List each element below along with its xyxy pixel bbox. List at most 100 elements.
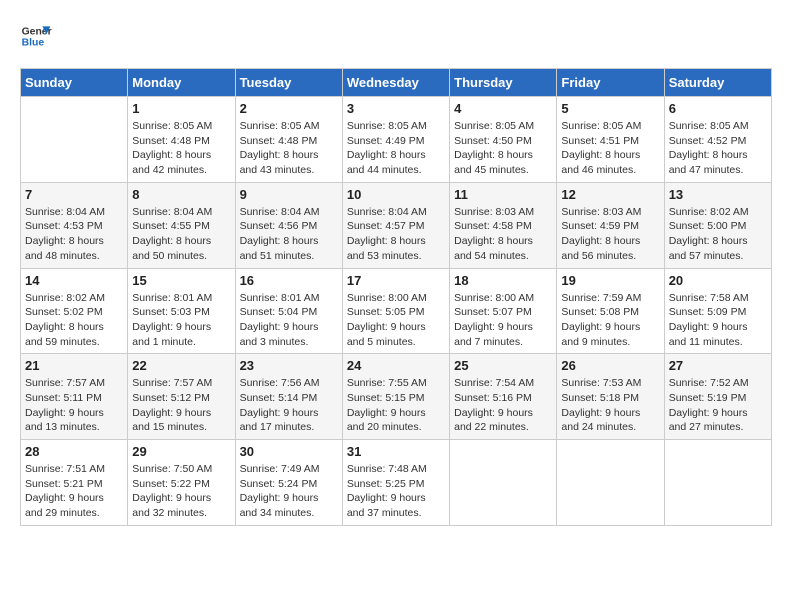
day-info: Sunrise: 8:00 AMSunset: 5:05 PMDaylight:… — [347, 291, 445, 350]
calendar-cell: 13 Sunrise: 8:02 AMSunset: 5:00 PMDayligh… — [664, 182, 771, 268]
day-number: 14 — [25, 273, 123, 288]
day-number: 5 — [561, 101, 659, 116]
calendar-cell: 4Sunrise: 8:05 AMSunset: 4:50 PMDaylight… — [450, 97, 557, 183]
day-info: Sunrise: 8:05 AMSunset: 4:48 PMDaylight:… — [240, 119, 338, 178]
day-number: 1 — [132, 101, 230, 116]
day-info: Sunrise: 7:58 AMSunset: 5:09 PMDaylight:… — [669, 291, 767, 350]
calendar-cell: 12 Sunrise: 8:03 AMSunset: 4:59 PMDayligh… — [557, 182, 664, 268]
calendar-cell: 26Sunrise: 7:53 AMSunset: 5:18 PMDayligh… — [557, 354, 664, 440]
day-info: Sunrise: 7:57 AMSunset: 5:12 PMDaylight:… — [132, 376, 230, 435]
day-info: Sunrise: 8:02 AMSunset: 5:02 PMDaylight:… — [25, 291, 123, 350]
calendar-week-1: 1 Sunrise: 8:05 AMSunset: 4:48 PMDaylight… — [21, 97, 772, 183]
day-info: Sunrise: 8:01 AMSunset: 5:04 PMDaylight:… — [240, 291, 338, 350]
day-number: 12 — [561, 187, 659, 202]
header-day-friday: Friday — [557, 69, 664, 97]
calendar-cell: 18 Sunrise: 8:00 AMSunset: 5:07 PMDayligh… — [450, 268, 557, 354]
page-header: General Blue — [20, 20, 772, 52]
calendar-cell: 3 Sunrise: 8:05 AMSunset: 4:49 PMDaylight… — [342, 97, 449, 183]
day-info: Sunrise: 8:05 AMSunset: 4:48 PMDaylight:… — [132, 119, 230, 178]
day-info: Sunrise: 7:48 AMSunset: 5:25 PMDaylight:… — [347, 462, 445, 521]
calendar-cell — [557, 440, 664, 526]
svg-text:Blue: Blue — [22, 38, 45, 49]
calendar-cell: 2 Sunrise: 8:05 AMSunset: 4:48 PMDaylight… — [235, 97, 342, 183]
header-day-thursday: Thursday — [450, 69, 557, 97]
day-info: Sunrise: 8:03 AMSunset: 4:58 PMDaylight:… — [454, 205, 552, 264]
header-row: SundayMondayTuesdayWednesdayThursdayFrid… — [21, 69, 772, 97]
day-number: 27 — [669, 358, 767, 373]
day-number: 21 — [25, 358, 123, 373]
day-number: 31 — [347, 444, 445, 459]
day-info: Sunrise: 8:00 AMSunset: 5:07 PMDaylight:… — [454, 291, 552, 350]
day-number: 18 — [454, 273, 552, 288]
calendar-cell: 20 Sunrise: 7:58 AMSunset: 5:09 PMDayligh… — [664, 268, 771, 354]
calendar-cell — [21, 97, 128, 183]
calendar-cell: 19 Sunrise: 7:59 AMSunset: 5:08 PMDayligh… — [557, 268, 664, 354]
day-info: Sunrise: 8:05 AMSunset: 4:51 PMDaylight:… — [561, 119, 659, 178]
day-info: Sunrise: 7:51 AMSunset: 5:21 PMDaylight:… — [25, 462, 123, 521]
header-day-saturday: Saturday — [664, 69, 771, 97]
calendar-cell: 14 Sunrise: 8:02 AMSunset: 5:02 PMDayligh… — [21, 268, 128, 354]
day-info: Sunrise: 8:05 AMSunset: 4:49 PMDaylight:… — [347, 119, 445, 178]
calendar-cell: 10 Sunrise: 8:04 AMSunset: 4:57 PMDayligh… — [342, 182, 449, 268]
day-number: 7 — [25, 187, 123, 202]
calendar-cell: 6Sunrise: 8:05 AMSunset: 4:52 PMDaylight… — [664, 97, 771, 183]
day-number: 8 — [132, 187, 230, 202]
calendar-cell: 11 Sunrise: 8:03 AMSunset: 4:58 PMDayligh… — [450, 182, 557, 268]
calendar-cell: 22 Sunrise: 7:57 AMSunset: 5:12 PMDayligh… — [128, 354, 235, 440]
day-number: 23 — [240, 358, 338, 373]
calendar-week-4: 21 Sunrise: 7:57 AMSunset: 5:11 PMDayligh… — [21, 354, 772, 440]
day-number: 24 — [347, 358, 445, 373]
calendar-cell — [664, 440, 771, 526]
calendar-cell: 23 Sunrise: 7:56 AMSunset: 5:14 PMDayligh… — [235, 354, 342, 440]
calendar-cell: 5 Sunrise: 8:05 AMSunset: 4:51 PMDaylight… — [557, 97, 664, 183]
calendar-cell: 28 Sunrise: 7:51 AMSunset: 5:21 PMDayligh… — [21, 440, 128, 526]
day-info: Sunrise: 7:56 AMSunset: 5:14 PMDaylight:… — [240, 376, 338, 435]
day-number: 22 — [132, 358, 230, 373]
header-day-sunday: Sunday — [21, 69, 128, 97]
day-number: 2 — [240, 101, 338, 116]
day-number: 20 — [669, 273, 767, 288]
calendar-cell: 1 Sunrise: 8:05 AMSunset: 4:48 PMDaylight… — [128, 97, 235, 183]
day-info: Sunrise: 7:59 AMSunset: 5:08 PMDaylight:… — [561, 291, 659, 350]
header-day-monday: Monday — [128, 69, 235, 97]
day-info: Sunrise: 8:05 AMSunset: 4:52 PMDaylight:… — [669, 119, 767, 178]
calendar-week-3: 14 Sunrise: 8:02 AMSunset: 5:02 PMDayligh… — [21, 268, 772, 354]
day-info: Sunrise: 7:50 AMSunset: 5:22 PMDaylight:… — [132, 462, 230, 521]
day-number: 28 — [25, 444, 123, 459]
day-number: 11 — [454, 187, 552, 202]
day-info: Sunrise: 8:03 AMSunset: 4:59 PMDaylight:… — [561, 205, 659, 264]
day-number: 10 — [347, 187, 445, 202]
day-info: Sunrise: 8:04 AMSunset: 4:53 PMDaylight:… — [25, 205, 123, 264]
calendar-cell: 27 Sunrise: 7:52 AMSunset: 5:19 PMDayligh… — [664, 354, 771, 440]
day-number: 15 — [132, 273, 230, 288]
logo: General Blue — [20, 20, 52, 52]
day-number: 13 — [669, 187, 767, 202]
calendar-cell: 24Sunrise: 7:55 AMSunset: 5:15 PMDayligh… — [342, 354, 449, 440]
calendar-cell: 15 Sunrise: 8:01 AMSunset: 5:03 PMDayligh… — [128, 268, 235, 354]
day-number: 30 — [240, 444, 338, 459]
day-number: 17 — [347, 273, 445, 288]
day-info: Sunrise: 8:04 AMSunset: 4:57 PMDaylight:… — [347, 205, 445, 264]
day-number: 16 — [240, 273, 338, 288]
calendar-week-5: 28 Sunrise: 7:51 AMSunset: 5:21 PMDayligh… — [21, 440, 772, 526]
day-info: Sunrise: 7:52 AMSunset: 5:19 PMDaylight:… — [669, 376, 767, 435]
calendar-cell — [450, 440, 557, 526]
day-info: Sunrise: 8:04 AMSunset: 4:55 PMDaylight:… — [132, 205, 230, 264]
logo-icon: General Blue — [20, 20, 52, 52]
day-info: Sunrise: 7:49 AMSunset: 5:24 PMDaylight:… — [240, 462, 338, 521]
header-day-tuesday: Tuesday — [235, 69, 342, 97]
day-number: 9 — [240, 187, 338, 202]
calendar-week-2: 7 Sunrise: 8:04 AMSunset: 4:53 PMDaylight… — [21, 182, 772, 268]
day-info: Sunrise: 8:01 AMSunset: 5:03 PMDaylight:… — [132, 291, 230, 350]
calendar-table: SundayMondayTuesdayWednesdayThursdayFrid… — [20, 68, 772, 526]
day-info: Sunrise: 7:57 AMSunset: 5:11 PMDaylight:… — [25, 376, 123, 435]
day-info: Sunrise: 8:02 AMSunset: 5:00 PMDaylight:… — [669, 205, 767, 264]
calendar-cell: 8 Sunrise: 8:04 AMSunset: 4:55 PMDaylight… — [128, 182, 235, 268]
calendar-cell: 7 Sunrise: 8:04 AMSunset: 4:53 PMDaylight… — [21, 182, 128, 268]
day-number: 19 — [561, 273, 659, 288]
header-day-wednesday: Wednesday — [342, 69, 449, 97]
day-number: 29 — [132, 444, 230, 459]
calendar-cell: 29 Sunrise: 7:50 AMSunset: 5:22 PMDayligh… — [128, 440, 235, 526]
day-info: Sunrise: 8:05 AMSunset: 4:50 PMDaylight:… — [454, 119, 552, 178]
day-number: 3 — [347, 101, 445, 116]
